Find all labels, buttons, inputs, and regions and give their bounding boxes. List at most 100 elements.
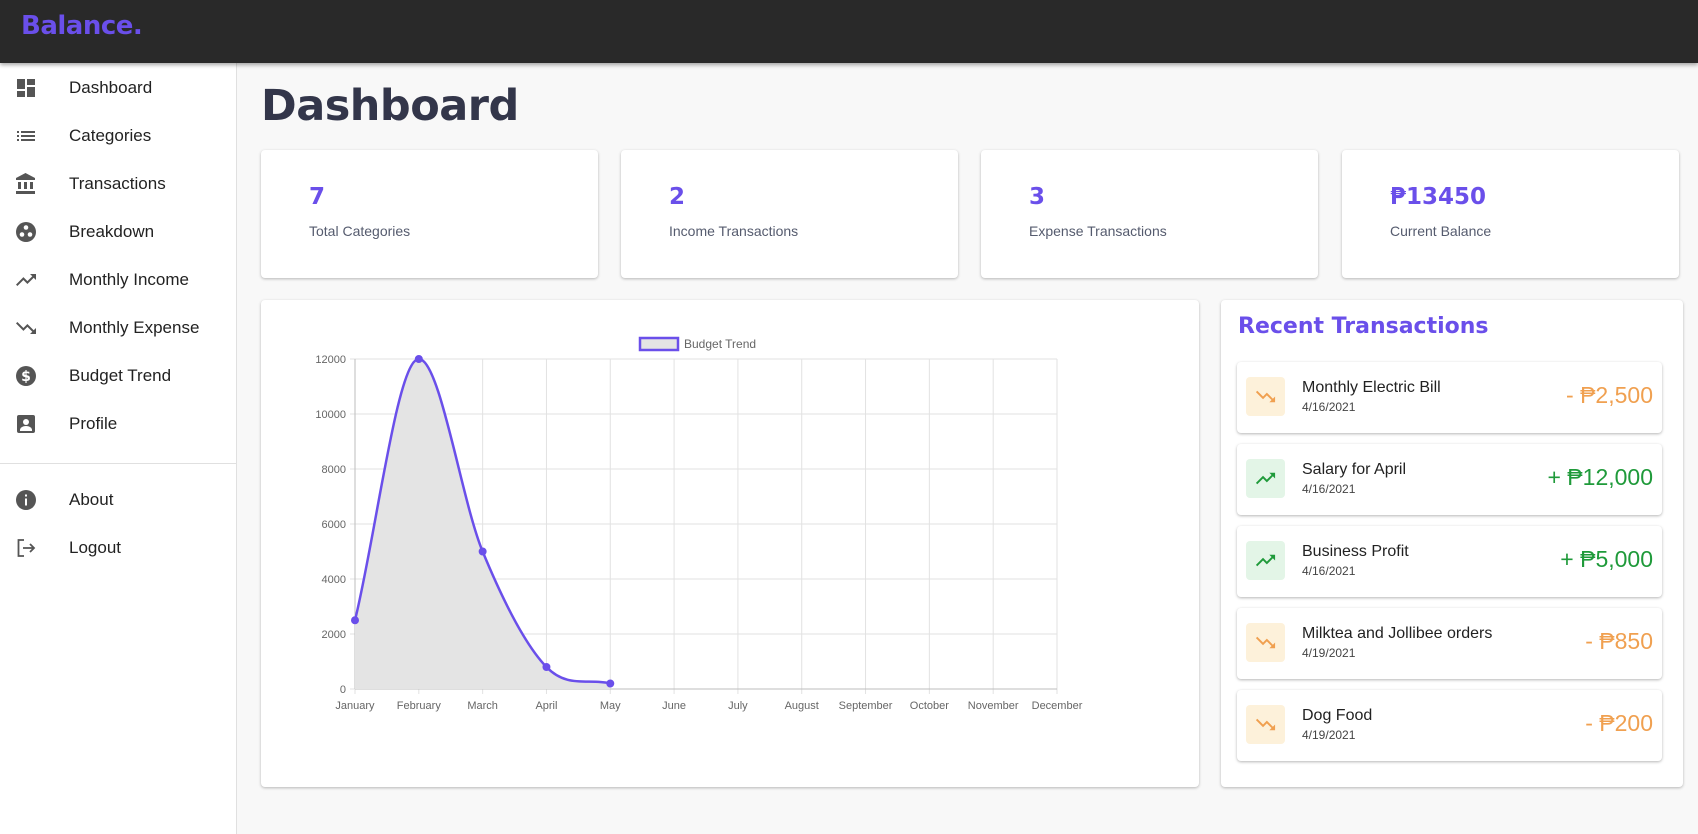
y-tick-label: 10000 <box>315 409 346 421</box>
sidebar-divider <box>0 463 236 464</box>
x-tick-label: October <box>910 700 949 712</box>
bank-icon <box>14 172 38 196</box>
x-tick-label: July <box>728 700 748 712</box>
sidebar-item-transactions[interactable]: Transactions <box>0 161 236 207</box>
brand-logo[interactable]: Balance. <box>21 11 143 41</box>
sidebar-item-label: Breakdown <box>69 222 155 241</box>
transaction-item[interactable]: Salary for April 4/16/2021 + ₱12,000 <box>1237 444 1662 515</box>
transaction-name: Dog Food <box>1302 707 1373 724</box>
transaction-amount: - ₱850 <box>1585 628 1653 654</box>
list-icon <box>14 124 38 148</box>
transaction-date: 4/16/2021 <box>1302 400 1356 414</box>
trending-up-icon <box>14 268 38 292</box>
stat-card-income-transactions: 2 Income Transactions <box>621 150 958 278</box>
data-point <box>478 547 487 556</box>
sidebar-item-label: Budget Trend <box>69 366 172 385</box>
sidebar-item-about[interactable]: About <box>0 477 236 523</box>
sidebar-item-breakdown[interactable]: Breakdown <box>0 209 236 255</box>
stat-value: 7 <box>309 184 326 210</box>
sidebar-item-label: Categories <box>69 126 152 145</box>
transaction-name: Monthly Electric Bill <box>1302 379 1441 396</box>
sidebar-item-logout[interactable]: Logout <box>0 525 236 571</box>
page-title: Dashboard <box>261 81 519 131</box>
sidebar-item-label: Profile <box>69 414 118 433</box>
recent-transactions-title: Recent Transactions <box>1238 314 1489 339</box>
sidebar: Dashboard Categories Transactions Breakd… <box>0 63 237 834</box>
data-point <box>542 663 551 671</box>
x-tick-label: March <box>467 700 498 712</box>
transaction-item[interactable]: Monthly Electric Bill 4/16/2021 - ₱2,500 <box>1237 362 1662 433</box>
stat-value: ₱13450 <box>1390 184 1487 210</box>
transaction-type-badge <box>1246 541 1285 580</box>
sidebar-item-monthly-income[interactable]: Monthly Income <box>0 257 236 303</box>
recent-transactions-card: Recent Transactions Monthly Electric Bil… <box>1221 300 1683 787</box>
transaction-item[interactable]: Milktea and Jollibee orders 4/19/2021 - … <box>1237 608 1662 679</box>
sidebar-item-label: Logout <box>69 538 121 557</box>
transaction-name: Salary for April <box>1302 461 1407 478</box>
stat-label: Total Categories <box>309 223 411 239</box>
dollar-icon: $ <box>14 364 38 388</box>
y-tick-label: 0 <box>340 684 346 696</box>
sidebar-item-label: About <box>69 490 114 509</box>
trending-down-icon <box>1255 390 1276 403</box>
x-tick-label: August <box>785 700 819 712</box>
transaction-name: Business Profit <box>1302 543 1409 560</box>
y-tick-label: 12000 <box>315 354 346 366</box>
legend-label: Budget Trend <box>684 337 756 351</box>
transaction-name: Milktea and Jollibee orders <box>1302 625 1493 642</box>
y-tick-label: 8000 <box>322 464 346 476</box>
trending-up-icon <box>1255 554 1276 567</box>
transaction-amount: - ₱200 <box>1585 710 1653 736</box>
sidebar-item-profile[interactable]: Profile <box>0 401 236 447</box>
stat-card-current-balance: ₱13450 Current Balance <box>1342 150 1679 278</box>
transaction-date: 4/19/2021 <box>1302 728 1356 742</box>
x-tick-label: December <box>1032 700 1083 712</box>
trending-down-icon <box>14 316 38 340</box>
sidebar-item-budget-trend[interactable]: $ Budget Trend <box>0 353 236 399</box>
stat-card-total-categories: 7 Total Categories <box>261 150 598 278</box>
x-tick-label: May <box>600 700 621 712</box>
trending-down-icon <box>1255 636 1276 649</box>
info-icon <box>14 488 38 512</box>
trending-down-icon <box>1255 718 1276 731</box>
legend-swatch <box>638 336 680 352</box>
sidebar-item-categories[interactable]: Categories <box>0 113 236 159</box>
logout-icon <box>14 536 38 560</box>
svg-text:$: $ <box>21 369 31 385</box>
x-tick-label: June <box>662 700 686 712</box>
stat-label: Expense Transactions <box>1029 223 1167 239</box>
sidebar-item-label: Monthly Income <box>69 270 189 289</box>
sidebar-item-label: Transactions <box>69 174 166 193</box>
budget-trend-chart: 0 2000 4000 6000 8000 10000 12000 January Februa… <box>315 336 1083 712</box>
budget-trend-chart-card: 0 2000 4000 6000 8000 10000 12000 January Februa… <box>261 300 1199 787</box>
data-point <box>606 679 615 688</box>
sidebar-item-dashboard[interactable]: Dashboard <box>0 65 236 111</box>
trending-up-icon <box>1255 472 1276 485</box>
sidebar-item-monthly-expense[interactable]: Monthly Expense <box>0 305 236 351</box>
transaction-type-badge <box>1246 377 1285 416</box>
x-tick-label: February <box>397 700 442 712</box>
y-tick-label: 4000 <box>322 574 346 586</box>
transaction-amount: - ₱2,500 <box>1566 382 1653 408</box>
x-tick-label: January <box>335 700 375 712</box>
sidebar-item-label: Monthly Expense <box>69 318 200 337</box>
stat-value: 3 <box>1029 184 1046 210</box>
main-content: Dashboard 7 Total Categories 2 Income Tr… <box>237 63 1698 834</box>
transaction-item[interactable]: Business Profit 4/16/2021 + ₱5,000 <box>1237 526 1662 597</box>
transaction-type-badge <box>1246 623 1285 662</box>
stat-value: 2 <box>669 184 686 210</box>
transaction-date: 4/16/2021 <box>1302 564 1356 578</box>
x-tick-label: April <box>535 700 557 712</box>
transaction-date: 4/19/2021 <box>1302 646 1356 660</box>
x-tick-label: November <box>968 700 1019 712</box>
dashboard-icon <box>14 76 38 100</box>
transaction-item[interactable]: Dog Food 4/19/2021 - ₱200 <box>1237 690 1662 761</box>
y-tick-label: 2000 <box>322 629 346 641</box>
profile-icon <box>14 412 38 436</box>
transaction-type-badge <box>1246 705 1285 744</box>
data-point <box>414 355 423 363</box>
stat-label: Income Transactions <box>669 223 799 239</box>
x-tick-label: September <box>839 700 893 712</box>
transaction-amount: + ₱12,000 <box>1547 464 1653 490</box>
transaction-amount: + ₱5,000 <box>1560 546 1653 572</box>
